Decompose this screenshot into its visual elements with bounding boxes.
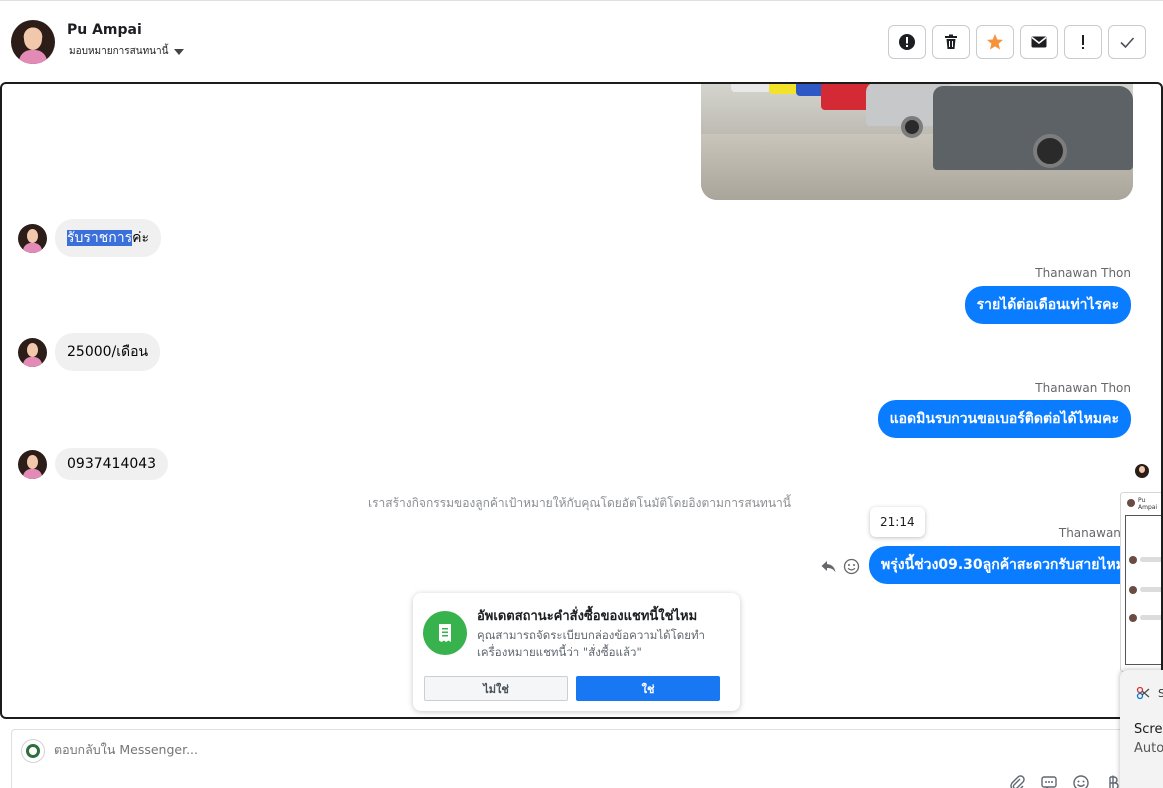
- mark-important-button[interactable]: [1064, 25, 1102, 59]
- image-attachment[interactable]: [701, 84, 1133, 200]
- conversation-toolbar: [888, 25, 1146, 59]
- outgoing-message[interactable]: รายได้ต่อเดือนเท่าไรคะ: [964, 286, 1131, 324]
- reply-icon[interactable]: [820, 558, 837, 575]
- snipping-tool-icon: [1136, 686, 1150, 700]
- report-button[interactable]: [888, 25, 926, 59]
- incoming-message-row: 25000/เดือน: [18, 333, 161, 371]
- system-note: เราสร้างกิจกรรมของลูกค้าเป้าหมายให้กับคุ…: [368, 496, 791, 510]
- conversation-preview-thumbnail[interactable]: Pu Ampai: [1120, 492, 1161, 672]
- reply-composer: [11, 729, 1131, 788]
- prompt-body: คุณสามารถจัดระเบียบกล่องข้อความได้โดยทำ …: [477, 628, 706, 659]
- contact-avatar-small: [18, 337, 47, 367]
- attachment-icon[interactable]: [1008, 774, 1026, 788]
- contact-avatar-small: [18, 223, 47, 253]
- emoji-icon[interactable]: [1072, 774, 1090, 788]
- no-button[interactable]: ไม่ใช่: [424, 676, 568, 701]
- contact-name[interactable]: Pu Ampai: [67, 22, 142, 38]
- incoming-message[interactable]: 25000/เดือน: [55, 333, 161, 371]
- outgoing-message[interactable]: พรุ่งนี้ช่วง09.30ลูกค้าสะดวกรับสายไหมค: [869, 546, 1139, 584]
- contact-avatar[interactable]: [11, 20, 55, 64]
- emoji-react-icon[interactable]: [843, 558, 860, 575]
- reply-input[interactable]: [54, 742, 954, 757]
- incoming-message[interactable]: 0937414043: [55, 448, 169, 480]
- composer-tools: [1008, 774, 1122, 788]
- timestamp-tooltip: 21:14: [870, 507, 925, 537]
- notification-body: Auto: [1134, 741, 1163, 756]
- star-button[interactable]: [976, 25, 1014, 59]
- message-actions: [820, 558, 860, 575]
- exclamation-icon: [1082, 35, 1084, 49]
- sender-name: Thanawan Thon: [1035, 381, 1131, 395]
- check-icon: [1120, 37, 1135, 49]
- order-status-prompt: อัพเดตสถานะคำสั่งซื้อของแชทนี้ใช่ไหม คุณ…: [413, 593, 740, 711]
- incoming-message-row: รับราชการค่ะ: [18, 219, 162, 257]
- prompt-title: อัพเดตสถานะคำสั่งซื้อของแชทนี้ใช่ไหม: [477, 609, 698, 624]
- yes-button[interactable]: ใช่: [576, 676, 720, 701]
- contact-avatar-small: [18, 449, 47, 479]
- read-receipt-avatar: [1135, 464, 1149, 478]
- notification-title: Scree: [1134, 722, 1163, 737]
- outgoing-message[interactable]: แอดมินรบกวนขอเบอร์ติดต่อได้ไหมคะ: [877, 400, 1131, 438]
- assign-label: มอบหมายการสนทนานี้: [69, 46, 169, 57]
- notification-app-name: S: [1158, 687, 1163, 700]
- messenger-inbox: Pu Ampai มอบหมายการสนทนานี้ รับราชการค่ะ…: [0, 0, 1163, 788]
- incoming-message-row: 0937414043: [18, 448, 169, 480]
- receipt-icon: [423, 611, 467, 655]
- delete-button[interactable]: [932, 25, 970, 59]
- incoming-message[interactable]: รับราชการค่ะ: [55, 219, 162, 257]
- mark-unread-button[interactable]: [1020, 25, 1058, 59]
- trash-icon: [945, 34, 957, 49]
- caret-down-icon: [174, 48, 185, 55]
- screenshot-notification[interactable]: S Scree Auto: [1120, 670, 1163, 788]
- star-icon: [987, 34, 1003, 50]
- saved-replies-icon[interactable]: [1040, 774, 1058, 788]
- chat-thread[interactable]: รับราชการค่ะ Thanawan Thon รายได้ต่อเดือ…: [0, 82, 1163, 719]
- alert-circle-icon: [899, 34, 915, 50]
- assign-conversation-dropdown[interactable]: มอบหมายการสนทนานี้: [69, 44, 185, 59]
- envelope-icon: [1031, 36, 1047, 48]
- thumbnail-title: Pu Ampai: [1138, 497, 1158, 511]
- mark-done-button[interactable]: [1108, 25, 1146, 59]
- sender-name: Thanawan Thon: [1035, 266, 1131, 280]
- conversation-header: Pu Ampai มอบหมายการสนทนานี้: [0, 0, 1163, 82]
- page-avatar: [21, 739, 45, 763]
